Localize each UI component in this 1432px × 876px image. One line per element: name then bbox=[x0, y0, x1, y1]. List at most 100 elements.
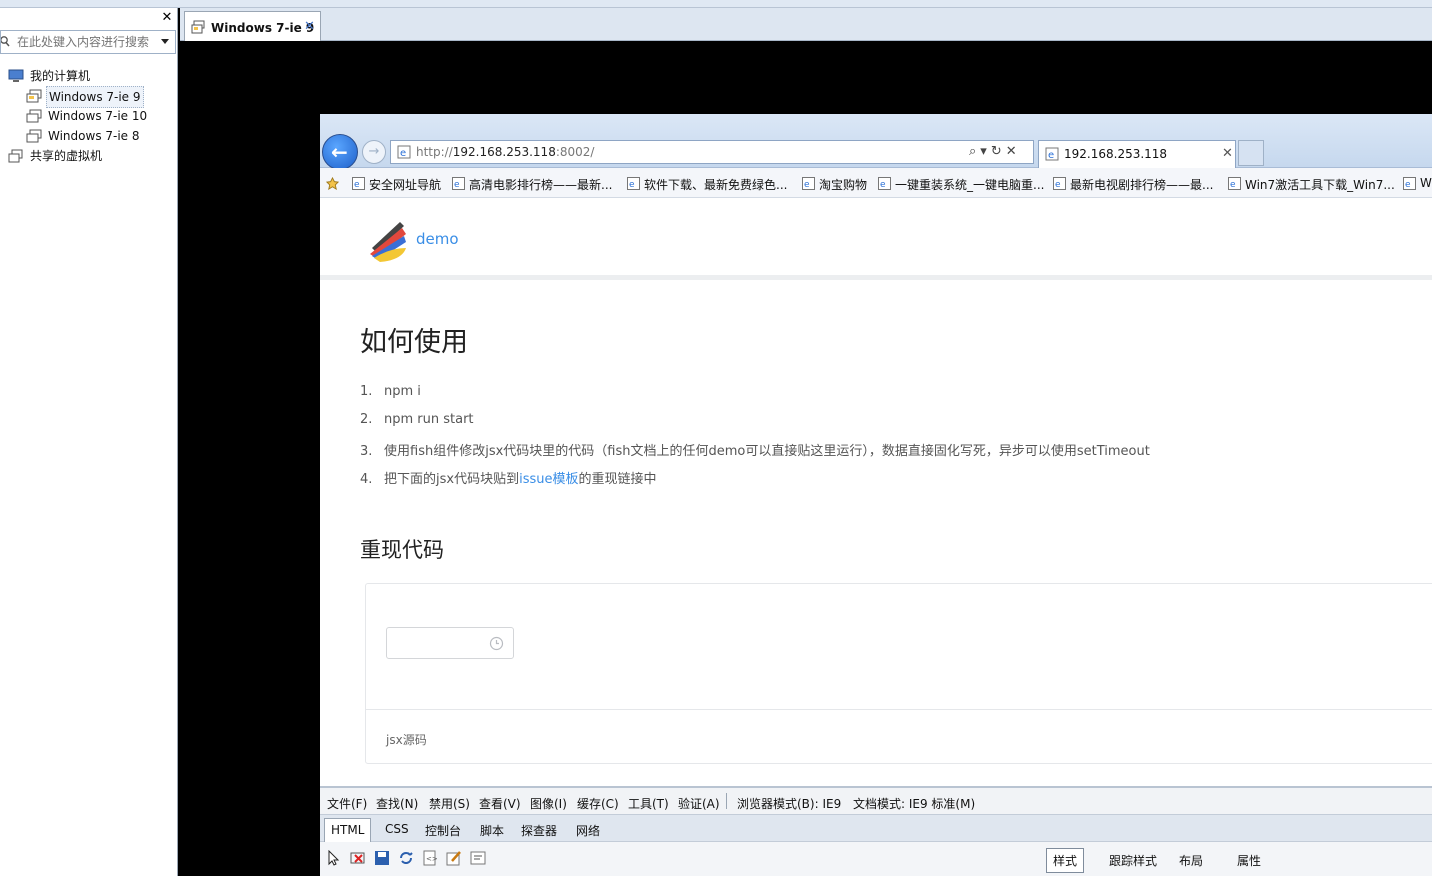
devtools-toolbar: <> 样式 跟踪样式 布局 属性 bbox=[320, 842, 1432, 876]
section-title: 重现代码 bbox=[360, 538, 444, 562]
web-page: demo 如何使用 1. npm i 2. npm run start 3. 使用fi… bbox=[320, 198, 1432, 786]
list-item: 1. npm i bbox=[360, 384, 421, 399]
demo-container: jsx源码 bbox=[365, 583, 1432, 764]
devtools-tabs: HTML CSS 控制台 脚本 探查器 网络 bbox=[320, 814, 1432, 842]
tab-trace-styles[interactable]: 跟踪样式 bbox=[1109, 852, 1157, 869]
favorites-star-icon[interactable] bbox=[326, 176, 346, 192]
svg-text:e: e bbox=[629, 180, 635, 190]
list-item: 2. npm run start bbox=[360, 412, 474, 427]
tree-item-label: Windows 7-ie 8 bbox=[48, 129, 140, 143]
svg-text:e: e bbox=[1405, 180, 1411, 190]
site-header: demo bbox=[320, 198, 1432, 280]
vm-icon bbox=[26, 109, 42, 123]
tab-windows7-ie9[interactable]: Windows 7-ie 9 ✕ bbox=[184, 11, 321, 41]
ie-page-icon: e bbox=[1228, 177, 1241, 190]
tree-item-label: Windows 7-ie 9 bbox=[46, 86, 144, 108]
forward-button[interactable]: → bbox=[362, 140, 386, 164]
close-icon[interactable]: ✕ bbox=[1222, 146, 1233, 161]
dom-icon[interactable]: <> bbox=[422, 850, 438, 866]
library-panel: ✕ 我的计算机 Windows 7-ie 9 Windows 7-ie 10 W… bbox=[0, 8, 178, 876]
tab-css[interactable]: CSS bbox=[385, 822, 409, 836]
developer-tools: 文件(F) 查找(N) 禁用(S) 查看(V) 图像(I) 缓存(C) 工具(T… bbox=[320, 786, 1432, 876]
ie-page-icon: e bbox=[452, 177, 465, 190]
vm-tab-bar: Windows 7-ie 9 ✕ bbox=[180, 8, 1432, 41]
save-icon[interactable] bbox=[374, 850, 390, 866]
divider bbox=[726, 793, 727, 809]
close-icon[interactable]: ✕ bbox=[304, 19, 315, 34]
list-item: 3. 使用fish组件修改jsx代码块里的代码（fish文档上的任何demo可以直… bbox=[360, 444, 1150, 459]
ie-tab[interactable]: e 192.168.253.118 ✕ bbox=[1038, 140, 1236, 168]
tree-item-label: 共享的虚拟机 bbox=[30, 149, 103, 163]
tree-item-label: Windows 7-ie 10 bbox=[48, 109, 148, 123]
menu-images[interactable]: 图像(I) bbox=[530, 795, 567, 812]
svg-text:e: e bbox=[354, 180, 360, 190]
computer-icon bbox=[8, 69, 24, 82]
clear-outline-icon[interactable] bbox=[350, 850, 366, 866]
new-tab-button[interactable] bbox=[1238, 140, 1264, 166]
close-icon[interactable]: ✕ bbox=[160, 11, 174, 25]
svg-text:<>: <> bbox=[426, 855, 438, 863]
tab-attributes[interactable]: 属性 bbox=[1237, 852, 1261, 869]
menu-file[interactable]: 文件(F) bbox=[327, 795, 367, 812]
menu-validate[interactable]: 验证(A) bbox=[678, 795, 720, 812]
ie-page-icon: e bbox=[627, 177, 640, 190]
vm-icon bbox=[191, 20, 205, 34]
time-picker-input[interactable] bbox=[386, 627, 514, 659]
logo-icon[interactable] bbox=[366, 218, 410, 262]
tab-html[interactable]: HTML bbox=[324, 818, 372, 842]
issue-template-link[interactable]: issue模板 bbox=[519, 472, 578, 487]
forward-arrow-icon: → bbox=[368, 144, 380, 159]
refresh-icon[interactable] bbox=[398, 850, 414, 866]
jsx-source-toggle[interactable]: jsx源码 bbox=[386, 731, 427, 748]
address-bar[interactable]: e http://192.168.253.118:8002/ ⌕▾↻✕ bbox=[390, 140, 1034, 164]
library-search[interactable] bbox=[0, 30, 176, 54]
menu-find[interactable]: 查找(N) bbox=[376, 795, 418, 812]
tab-network[interactable]: 网络 bbox=[576, 822, 600, 839]
star-icon bbox=[326, 177, 339, 190]
browser-mode-menu[interactable]: 浏览器模式(B): IE9 bbox=[737, 795, 841, 812]
ie-window: ← → e http://192.168.253.118:8002/ ⌕▾↻✕ … bbox=[320, 114, 1432, 876]
svg-text:e: e bbox=[1048, 150, 1054, 161]
back-button[interactable]: ← bbox=[322, 134, 358, 170]
svg-text:e: e bbox=[1055, 180, 1061, 190]
tab-layout[interactable]: 布局 bbox=[1179, 852, 1203, 869]
ie-page-icon: e bbox=[802, 177, 815, 190]
edit-icon[interactable] bbox=[446, 850, 462, 866]
search-icon[interactable]: ⌕ bbox=[969, 144, 980, 159]
ie-page-icon: e bbox=[352, 177, 365, 190]
ie-navigation-bar: ← → e http://192.168.253.118:8002/ ⌕▾↻✕ … bbox=[320, 114, 1432, 170]
tree-item-label: 我的计算机 bbox=[30, 69, 91, 83]
search-input[interactable] bbox=[17, 34, 157, 50]
menu-view[interactable]: 查看(V) bbox=[479, 795, 521, 812]
tab-label: 192.168.253.118 bbox=[1064, 147, 1168, 161]
clock-icon bbox=[489, 636, 504, 651]
tab-console[interactable]: 控制台 bbox=[425, 822, 461, 839]
ie-page-icon: e bbox=[1053, 177, 1066, 190]
word-wrap-icon[interactable] bbox=[470, 850, 486, 866]
menu-tools[interactable]: 工具(T) bbox=[628, 795, 669, 812]
menu-disable[interactable]: 禁用(S) bbox=[429, 795, 470, 812]
tab-label: Windows 7-ie 9 bbox=[211, 21, 315, 35]
document-mode-menu[interactable]: 文档模式: IE9 标准(M) bbox=[853, 795, 975, 812]
select-element-icon[interactable] bbox=[326, 850, 342, 866]
menu-cache[interactable]: 缓存(C) bbox=[577, 795, 619, 812]
ie-page-icon: e bbox=[1045, 147, 1059, 161]
svg-text:e: e bbox=[454, 180, 460, 190]
devtools-menu-bar: 文件(F) 查找(N) 禁用(S) 查看(V) 图像(I) 缓存(C) 工具(T… bbox=[320, 788, 1432, 814]
ie-page-icon: e bbox=[1403, 177, 1416, 190]
chevron-down-icon[interactable]: ▾ bbox=[980, 144, 991, 159]
page-title: 如何使用 bbox=[360, 327, 468, 358]
back-arrow-icon: ← bbox=[331, 140, 348, 164]
refresh-icon[interactable]: ↻ bbox=[991, 144, 1006, 159]
url-text: http://192.168.253.118:8002/ bbox=[416, 145, 595, 159]
svg-text:e: e bbox=[1230, 180, 1236, 190]
tab-profiler[interactable]: 探查器 bbox=[521, 822, 557, 839]
ie-page-icon: e bbox=[397, 145, 411, 159]
stop-icon[interactable]: ✕ bbox=[1006, 144, 1021, 159]
svg-text:e: e bbox=[400, 148, 406, 159]
chevron-down-icon[interactable] bbox=[161, 39, 169, 44]
site-name-link[interactable]: demo bbox=[416, 230, 459, 248]
tab-styles[interactable]: 样式 bbox=[1046, 848, 1085, 873]
vm-icon bbox=[26, 129, 42, 143]
tab-script[interactable]: 脚本 bbox=[480, 822, 504, 839]
